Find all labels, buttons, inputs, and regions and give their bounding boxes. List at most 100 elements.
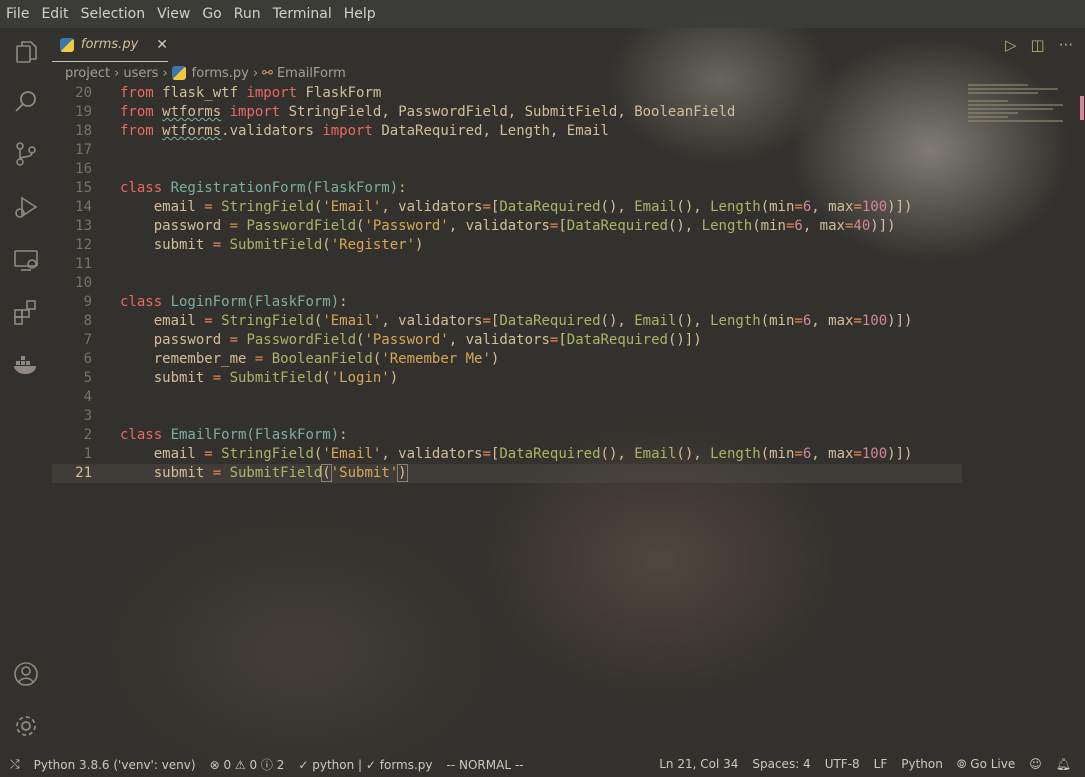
code-token: password [120, 332, 230, 348]
code-line[interactable]: 4 [52, 388, 962, 407]
code-line[interactable]: 15 class RegistrationForm(FlaskForm): [52, 179, 962, 198]
code-token: StringField [221, 313, 314, 329]
explorer-icon[interactable] [12, 38, 40, 66]
code-token: 'Password' [364, 218, 449, 234]
menu-view[interactable]: View [157, 6, 190, 22]
line-number: 3 [83, 408, 92, 424]
code-token: email [120, 446, 205, 462]
code-line[interactable]: 16 [52, 160, 962, 179]
code-line[interactable]: 5 submit = SubmitField('Login') [52, 369, 962, 388]
menu-go[interactable]: Go [202, 6, 221, 22]
code-line[interactable]: 21 submit = SubmitField('Submit') [52, 464, 962, 483]
code-line[interactable]: 1 email = StringField('Email', validator… [52, 445, 962, 464]
line-ending[interactable]: LF [874, 757, 888, 772]
code-token: DataRequired [499, 446, 601, 462]
menu-file[interactable]: File [6, 6, 29, 22]
code-token: = [229, 332, 247, 348]
line-number: 14 [75, 199, 92, 215]
code-line[interactable]: 14 email = StringField('Email', validato… [52, 198, 962, 217]
code-line[interactable]: 9 class LoginForm(FlaskForm): [52, 293, 962, 312]
code-line[interactable]: 8 email = StringField('Email', validator… [52, 312, 962, 331]
code-line[interactable]: 6 remember_me = BooleanField('Remember M… [52, 350, 962, 369]
run-debug-icon[interactable] [12, 193, 40, 221]
go-live-button[interactable]: ⦾ Go Live [957, 757, 1015, 772]
class-symbol-icon: ⚯ [262, 65, 273, 81]
code-line[interactable]: 20 from flask_wtf import FlaskForm [52, 84, 962, 103]
code-line[interactable]: 18 from wtforms.validators import DataReq… [52, 122, 962, 141]
tab-forms-py[interactable]: forms.py ✕ [52, 28, 168, 62]
code-token: 'Submit' [330, 465, 399, 481]
menu-terminal[interactable]: Terminal [273, 6, 332, 22]
code-token: 6 [794, 218, 803, 234]
bell-icon[interactable]: 🔔︎ [1056, 757, 1071, 772]
more-icon[interactable]: ··· [1059, 36, 1073, 54]
split-editor-icon[interactable]: ◫ [1031, 36, 1045, 54]
menu-edit[interactable]: Edit [41, 6, 68, 22]
code-token: (), [600, 199, 635, 215]
code-line[interactable]: 3 [52, 407, 962, 426]
chevron-right-icon: › [114, 65, 120, 81]
scrollbar-marker[interactable] [1080, 96, 1084, 120]
docker-icon[interactable] [12, 350, 40, 378]
code-token: (min [752, 218, 786, 234]
remote-icon[interactable]: ⤭ [10, 757, 20, 772]
run-icon[interactable]: ▷ [1005, 36, 1017, 54]
extensions-icon[interactable] [12, 298, 40, 326]
code-token: ) [397, 464, 408, 482]
code-token: = [794, 199, 803, 215]
code-token: from [120, 85, 163, 101]
code-token: , validators [448, 332, 550, 348]
code-line[interactable]: 11 [52, 255, 962, 274]
code-token: , max [811, 199, 854, 215]
code-token: ( [321, 464, 332, 482]
menu-help[interactable]: Help [344, 6, 376, 22]
source-control-icon[interactable] [12, 140, 40, 168]
tab-bar: forms.py ✕ ▷ ◫ ··· [52, 28, 1085, 64]
code-line[interactable]: 17 [52, 141, 962, 160]
code-line[interactable]: 10 [52, 274, 962, 293]
code-line[interactable]: 7 password = PasswordField('Password', v… [52, 331, 962, 350]
code-token: : [339, 294, 348, 310]
settings-gear-icon[interactable] [12, 712, 40, 740]
breadcrumb-users[interactable]: users [123, 66, 158, 81]
code-token: class [120, 180, 171, 196]
code-token: FlaskForm [305, 85, 382, 101]
code-token: BooleanField [271, 351, 373, 367]
menu-run[interactable]: Run [234, 6, 261, 22]
code-token: submit [120, 370, 213, 386]
code-line[interactable]: 2 class EmailForm(FlaskForm): [52, 426, 962, 445]
python-file-icon [171, 66, 186, 80]
minimap[interactable] [968, 82, 1068, 132]
code-token: (), [667, 218, 702, 234]
code-line[interactable]: 19 from wtforms import StringField, Passw… [52, 103, 962, 122]
code-token: DataRequired, Length, Email [381, 123, 609, 139]
search-icon[interactable] [12, 88, 40, 116]
chevron-right-icon: › [162, 65, 168, 81]
code-editor[interactable]: 20 from flask_wtf import FlaskForm 19 from … [52, 84, 962, 483]
code-token: Length [710, 313, 761, 329]
menu-selection[interactable]: Selection [81, 6, 146, 22]
code-token: remember_me [120, 351, 255, 367]
python-interpreter[interactable]: Python 3.8.6 ('venv': venv) [34, 758, 196, 772]
lint-status[interactable]: ✓ python | ✓ forms.py [298, 758, 432, 772]
remote-explorer-icon[interactable] [12, 246, 40, 274]
code-token: = [482, 199, 491, 215]
code-token: DataRequired [499, 313, 601, 329]
line-number: 4 [83, 389, 92, 405]
encoding[interactable]: UTF-8 [825, 757, 860, 772]
cursor-position[interactable]: Ln 21, Col 34 [659, 757, 738, 772]
indentation[interactable]: Spaces: 4 [752, 757, 810, 772]
code-token: Length [701, 218, 753, 234]
code-line[interactable]: 12 submit = SubmitField('Register') [52, 236, 962, 255]
feedback-icon[interactable]: ☺ [1029, 757, 1042, 772]
close-tab-icon[interactable]: ✕ [156, 37, 168, 53]
breadcrumb-file[interactable]: forms.py [192, 66, 249, 81]
breadcrumb-project[interactable]: project [65, 66, 110, 81]
line-number: 8 [83, 313, 92, 329]
code-line[interactable]: 13 password = PasswordField('Password', … [52, 217, 962, 236]
problems-count[interactable]: ⊗ 0 ⚠ 0 ⓘ 2 [210, 756, 285, 773]
language-mode[interactable]: Python [901, 757, 943, 772]
status-bar: ⤭ Python 3.8.6 ('venv': venv) ⊗ 0 ⚠ 0 ⓘ … [0, 752, 1085, 777]
breadcrumb-symbol[interactable]: EmailForm [277, 66, 346, 81]
account-icon[interactable] [12, 660, 40, 688]
